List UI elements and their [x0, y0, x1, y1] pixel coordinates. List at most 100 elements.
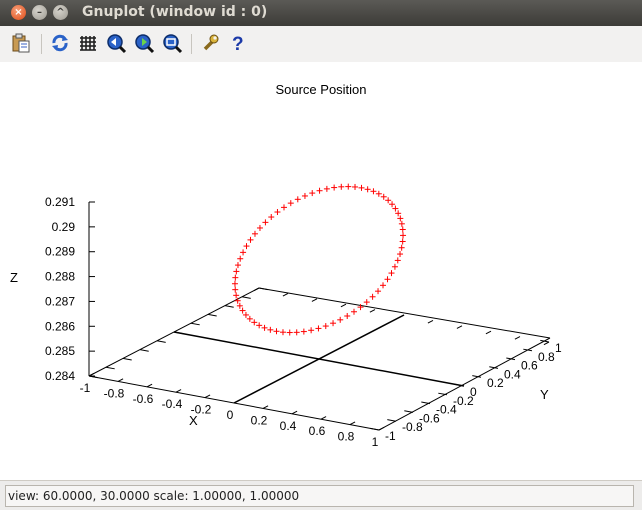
- refresh-icon: [52, 34, 68, 52]
- data-point: [301, 192, 308, 199]
- x-tick-mark: [369, 309, 376, 313]
- x-tick-mark: [378, 426, 385, 431]
- x-tick-label: 1: [372, 435, 379, 449]
- x-tick-mark: [146, 383, 153, 388]
- status-text: view: 60.0000, 30.0000 scale: 1.00000, 1…: [5, 485, 634, 507]
- y-tick-mark: [241, 296, 251, 299]
- y-tick-label: 0.4: [504, 367, 521, 381]
- toggle-grid-button[interactable]: [77, 32, 99, 54]
- x-tick-label: 0.8: [338, 430, 355, 444]
- status-bar: view: 60.0000, 30.0000 scale: 1.00000, 1…: [0, 480, 642, 510]
- data-point: [316, 187, 323, 194]
- data-point: [287, 200, 294, 207]
- x-tick-mark: [311, 298, 318, 302]
- y-tick-label: 0.2: [487, 376, 504, 390]
- x-tick-label: 0.4: [280, 419, 297, 433]
- data-point: [315, 325, 322, 332]
- data-point: [363, 299, 370, 306]
- axes-group: [88, 201, 551, 431]
- data-point: [322, 323, 329, 330]
- data-point: [375, 190, 382, 197]
- plot-area[interactable]: Source Position -1 -0.8 -0.6 -0.4 -0.2 0 0.2 0.…: [0, 62, 642, 480]
- clipboard-icon: [12, 33, 30, 53]
- preferences-button[interactable]: [199, 32, 221, 54]
- y-tick-mark: [387, 419, 397, 422]
- data-point: [309, 190, 316, 197]
- data-point: [389, 201, 396, 208]
- data-point: [399, 226, 406, 233]
- y-tick-label: 0.6: [521, 359, 538, 373]
- data-point: [308, 327, 315, 334]
- z-tick-label: 0.284: [45, 369, 75, 383]
- x-tick-label: 0.2: [251, 413, 268, 427]
- data-point: [233, 268, 240, 275]
- data-point: [364, 186, 371, 193]
- x-tick-mark: [262, 405, 269, 409]
- help-icon: ?: [232, 34, 244, 55]
- data-point: [380, 193, 387, 200]
- data-point: [398, 220, 405, 227]
- x-tick-mark: [291, 410, 298, 415]
- z-tick-label: 0.285: [45, 344, 75, 358]
- zoom-previous-icon: [107, 34, 127, 54]
- x-tick-label: -1: [80, 381, 91, 395]
- data-point: [232, 286, 239, 293]
- data-point: [237, 255, 244, 262]
- data-point: [251, 319, 258, 326]
- data-point: [256, 322, 263, 329]
- data-point: [385, 197, 392, 204]
- x-tick-mark: [349, 421, 356, 426]
- chart-title: Source Position: [275, 82, 366, 97]
- title-bar: × – ^ Gnuplot (window id : 0): [0, 0, 642, 26]
- data-point: [294, 196, 301, 203]
- x-tick-label: -0.6: [133, 392, 154, 406]
- x-tick-mark: [514, 336, 521, 340]
- x-tick-mark: [282, 292, 289, 297]
- data-point: [267, 326, 274, 333]
- minimize-button[interactable]: –: [32, 5, 47, 20]
- data-point: [256, 224, 263, 231]
- window-title: Gnuplot (window id : 0): [82, 4, 268, 20]
- z-tick-label: 0.289: [45, 245, 75, 259]
- x-tick-label: 0: [227, 408, 234, 422]
- x-tick-mark: [456, 325, 463, 329]
- data-point: [240, 249, 247, 256]
- x-tick-label: 0.6: [309, 424, 326, 438]
- data-point: [384, 276, 391, 283]
- data-point: [268, 214, 275, 221]
- data-point: [351, 308, 358, 315]
- z-tick-label: 0.291: [45, 195, 75, 209]
- data-point: [330, 320, 337, 327]
- help-button[interactable]: ?: [227, 32, 249, 55]
- data-point: [375, 288, 382, 295]
- x-tick-mark: [117, 378, 124, 382]
- zoom-fit-icon: [163, 34, 183, 54]
- data-point: [358, 184, 365, 191]
- replot-button[interactable]: [49, 32, 71, 54]
- x-axis-back-line: [258, 287, 551, 339]
- zoom-next-button[interactable]: [133, 32, 155, 54]
- y-tick-label: 1: [555, 341, 562, 355]
- y-tick-mark: [370, 427, 380, 431]
- data-point: [370, 188, 377, 195]
- y-tick-mark: [139, 349, 149, 352]
- x-tick-mark: [320, 416, 327, 420]
- x-tick-labels: -1 -0.8 -0.6 -0.4 -0.2 0 0.2 0.4 0.6 0.8 1: [80, 381, 379, 449]
- y-tick-mark: [224, 305, 234, 308]
- maximize-button[interactable]: ^: [53, 5, 68, 20]
- close-button[interactable]: ×: [11, 5, 26, 20]
- x-tick-mark: [398, 314, 405, 319]
- unzoom-button[interactable]: [161, 32, 183, 54]
- y-tick-label: -1: [385, 429, 396, 443]
- x-tick-label: -0.8: [104, 386, 125, 400]
- x-tick-mark: [340, 303, 347, 308]
- data-point: [352, 183, 359, 190]
- y-tick-mark: [156, 340, 166, 343]
- copy-clipboard-button[interactable]: [10, 32, 32, 54]
- data-point: [232, 274, 239, 281]
- data-point: [251, 230, 258, 237]
- data-point: [398, 244, 405, 251]
- x-tick-mark: [253, 287, 260, 292]
- zoom-previous-button[interactable]: [105, 32, 127, 54]
- y-zero-line: [173, 331, 465, 387]
